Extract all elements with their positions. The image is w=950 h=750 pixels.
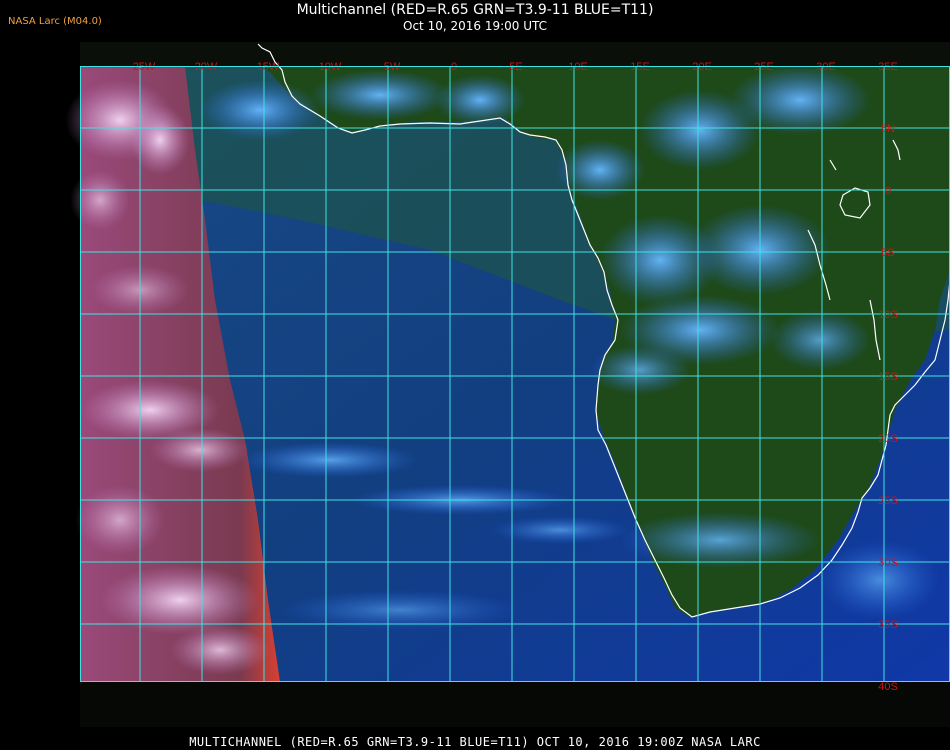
latitude-label: 35S bbox=[878, 619, 898, 631]
latitude-label: 20S bbox=[878, 433, 898, 445]
latitude-label: 30S bbox=[878, 557, 898, 569]
satellite-map: 25W 20W 15W 10W 5W 0 5E 10E 15E 20E 25E 30E 35E5N05S… bbox=[65, 42, 950, 727]
latitude-label: 5N bbox=[881, 123, 895, 135]
latitude-label: 0 bbox=[885, 185, 891, 197]
latitude-label: 5S bbox=[881, 247, 894, 259]
footer-caption: MULTICHANNEL (RED=R.65 GRN=T3.9-11 BLUE=… bbox=[189, 735, 761, 749]
latitude-label: 15S bbox=[878, 371, 898, 383]
latitude-label: 10S bbox=[878, 309, 898, 321]
map-bottom-border bbox=[80, 682, 950, 727]
latitude-label: 40S bbox=[878, 681, 898, 693]
latitude-label: 25S bbox=[878, 495, 898, 507]
